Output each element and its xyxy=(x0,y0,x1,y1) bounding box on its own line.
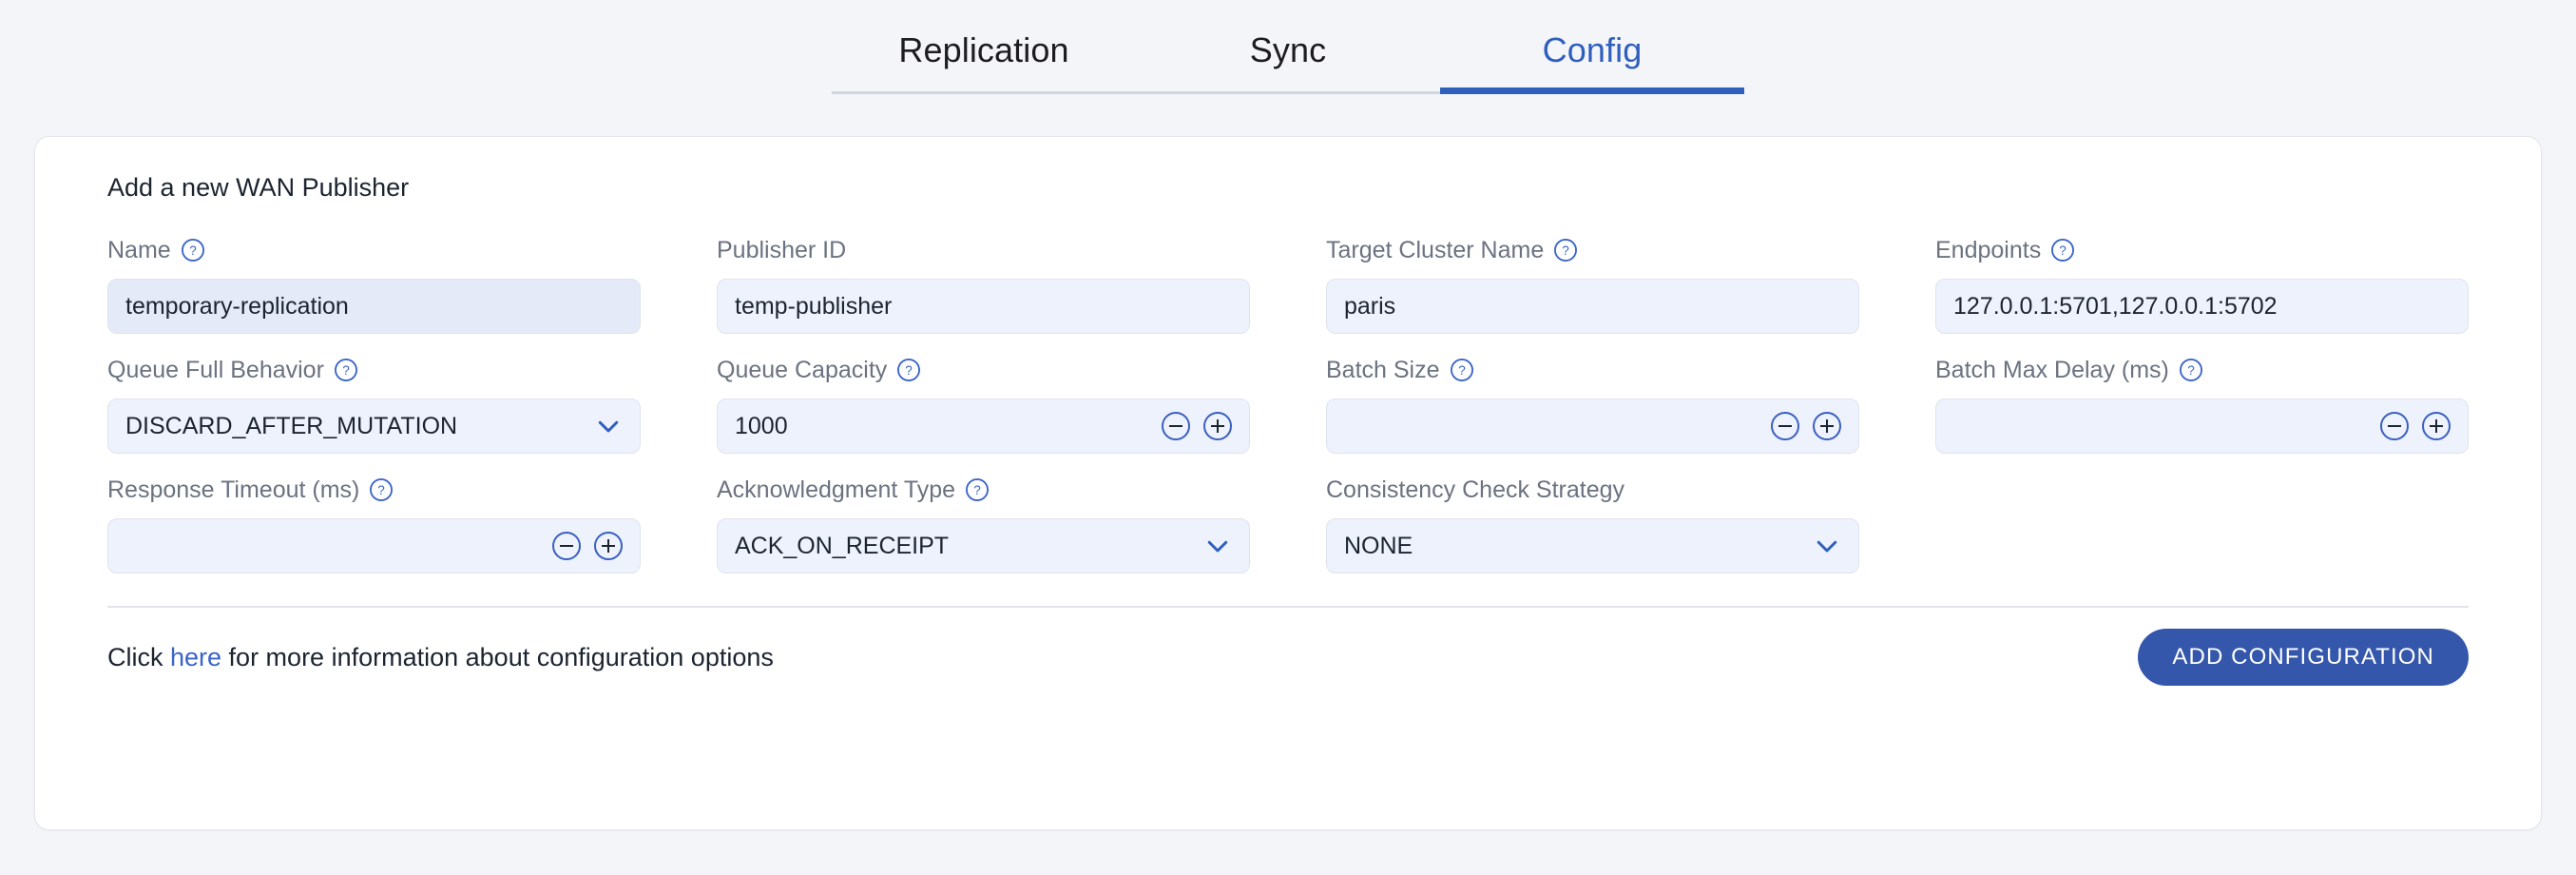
tab-config[interactable]: Config xyxy=(1440,23,1744,91)
plus-circle-icon[interactable] xyxy=(1813,412,1841,440)
chevron-down-icon[interactable] xyxy=(1813,532,1841,560)
select-acknowledgment-type[interactable]: ACK_ON_RECEIPT xyxy=(717,518,1250,574)
field-value: DISCARD_AFTER_MUTATION xyxy=(125,413,594,440)
input-queue-capacity[interactable]: 1000 xyxy=(717,399,1250,454)
card-footer: Click here for more information about co… xyxy=(107,608,2469,707)
input-name[interactable]: temporary-replication xyxy=(107,279,641,334)
field-acknowledgment-type: Acknowledgment Type? ACK_ON_RECEIPT xyxy=(717,471,1250,574)
label-text: Name xyxy=(107,237,171,264)
label-text: Batch Max Delay (ms) xyxy=(1935,357,2169,384)
help-circle-icon[interactable]: ? xyxy=(2050,238,2075,262)
field-label-target-cluster-name: Target Cluster Name? xyxy=(1326,231,1859,269)
field-label-batch-size: Batch Size? xyxy=(1326,351,1859,389)
field-value: temporary-replication xyxy=(125,293,623,321)
tab-replication[interactable]: Replication xyxy=(832,23,1136,91)
more-info-link[interactable]: here xyxy=(170,643,221,671)
tab-bar: ReplicationSyncConfig xyxy=(0,0,2576,94)
field-value: paris xyxy=(1344,293,1841,321)
field-value: NONE xyxy=(1344,533,1813,560)
field-label-endpoints: Endpoints? xyxy=(1935,231,2469,269)
field-endpoints: Endpoints? 127.0.0.1:5701,127.0.0.1:5702 xyxy=(1935,231,2469,334)
field-label-publisher-id: Publisher ID xyxy=(717,231,1250,269)
help-circle-icon[interactable]: ? xyxy=(334,358,358,382)
number-stepper xyxy=(552,532,623,560)
field-batch-max-delay-ms: Batch Max Delay (ms)? xyxy=(1935,351,2469,454)
select-consistency-check-strategy[interactable]: NONE xyxy=(1326,518,1859,574)
input-batch-size[interactable] xyxy=(1326,399,1859,454)
field-queue-full-behavior: Queue Full Behavior? DISCARD_AFTER_MUTATI… xyxy=(107,351,641,454)
help-circle-icon[interactable]: ? xyxy=(965,477,990,502)
field-consistency-check-strategy: Consistency Check Strategy NONE xyxy=(1326,471,1859,574)
minus-circle-icon[interactable] xyxy=(1771,412,1799,440)
add-configuration-button[interactable]: ADD CONFIGURATION xyxy=(2138,629,2469,686)
field-batch-size: Batch Size? xyxy=(1326,351,1859,454)
help-circle-icon[interactable]: ? xyxy=(181,238,205,262)
minus-circle-icon[interactable] xyxy=(1162,412,1190,440)
help-circle-icon[interactable]: ? xyxy=(1450,358,1474,382)
input-response-timeout-ms[interactable] xyxy=(107,518,641,574)
input-batch-max-delay-ms[interactable] xyxy=(1935,399,2469,454)
label-text: Response Timeout (ms) xyxy=(107,476,359,504)
svg-text:?: ? xyxy=(973,483,981,497)
plus-circle-icon[interactable] xyxy=(2422,412,2451,440)
svg-text:?: ? xyxy=(1458,363,1466,378)
field-label-queue-capacity: Queue Capacity? xyxy=(717,351,1250,389)
number-stepper xyxy=(2380,412,2451,440)
input-target-cluster-name[interactable]: paris xyxy=(1326,279,1859,334)
svg-text:?: ? xyxy=(342,363,350,378)
minus-circle-icon[interactable] xyxy=(2380,412,2409,440)
field-queue-capacity: Queue Capacity? 1000 xyxy=(717,351,1250,454)
field-response-timeout-ms: Response Timeout (ms)? xyxy=(107,471,641,574)
info-text-after: for more information about configuration… xyxy=(221,643,774,671)
help-circle-icon[interactable]: ? xyxy=(2179,358,2203,382)
svg-text:?: ? xyxy=(378,483,386,497)
label-text: Queue Full Behavior xyxy=(107,357,324,384)
svg-text:?: ? xyxy=(1562,243,1569,258)
label-text: Queue Capacity xyxy=(717,357,887,384)
field-label-response-timeout-ms: Response Timeout (ms)? xyxy=(107,471,641,509)
tab-sync[interactable]: Sync xyxy=(1136,23,1440,91)
page-title: Add a new WAN Publisher xyxy=(107,173,2503,203)
chevron-down-icon[interactable] xyxy=(1203,532,1232,560)
field-label-acknowledgment-type: Acknowledgment Type? xyxy=(717,471,1250,509)
field-label-name: Name? xyxy=(107,231,641,269)
field-publisher-id: Publisher ID temp-publisher xyxy=(717,231,1250,334)
publisher-form-grid: Name? temporary-replication Publisher ID te… xyxy=(107,231,2469,574)
label-text: Target Cluster Name xyxy=(1326,237,1544,264)
label-text: Acknowledgment Type xyxy=(717,476,955,504)
svg-text:?: ? xyxy=(2059,243,2067,258)
label-text: Endpoints xyxy=(1935,237,2041,264)
svg-text:?: ? xyxy=(2187,363,2195,378)
tab-list: ReplicationSyncConfig xyxy=(832,23,1744,94)
field-name: Name? temporary-replication xyxy=(107,231,641,334)
select-queue-full-behavior[interactable]: DISCARD_AFTER_MUTATION xyxy=(107,399,641,454)
input-publisher-id[interactable]: temp-publisher xyxy=(717,279,1250,334)
field-value: 127.0.0.1:5701,127.0.0.1:5702 xyxy=(1953,293,2451,321)
input-endpoints[interactable]: 127.0.0.1:5701,127.0.0.1:5702 xyxy=(1935,279,2469,334)
wan-publisher-card: Add a new WAN Publisher Name? temporary-r… xyxy=(34,136,2542,830)
help-circle-icon[interactable]: ? xyxy=(1553,238,1578,262)
svg-text:?: ? xyxy=(906,363,913,378)
field-label-consistency-check-strategy: Consistency Check Strategy xyxy=(1326,471,1859,509)
label-text: Publisher ID xyxy=(717,237,846,264)
number-stepper xyxy=(1771,412,1841,440)
label-text: Consistency Check Strategy xyxy=(1326,476,1624,504)
minus-circle-icon[interactable] xyxy=(552,532,581,560)
field-target-cluster-name: Target Cluster Name? paris xyxy=(1326,231,1859,334)
field-value: ACK_ON_RECEIPT xyxy=(735,533,1203,560)
svg-text:?: ? xyxy=(189,243,197,258)
help-circle-icon[interactable]: ? xyxy=(896,358,921,382)
field-label-queue-full-behavior: Queue Full Behavior? xyxy=(107,351,641,389)
info-text-before: Click xyxy=(107,643,170,671)
field-label-batch-max-delay-ms: Batch Max Delay (ms)? xyxy=(1935,351,2469,389)
label-text: Batch Size xyxy=(1326,357,1440,384)
plus-circle-icon[interactable] xyxy=(594,532,623,560)
field-value: temp-publisher xyxy=(735,293,1232,321)
number-stepper xyxy=(1162,412,1232,440)
info-text: Click here for more information about co… xyxy=(107,643,774,672)
plus-circle-icon[interactable] xyxy=(1203,412,1232,440)
help-circle-icon[interactable]: ? xyxy=(369,477,394,502)
field-value: 1000 xyxy=(735,413,1162,440)
chevron-down-icon[interactable] xyxy=(594,412,623,440)
